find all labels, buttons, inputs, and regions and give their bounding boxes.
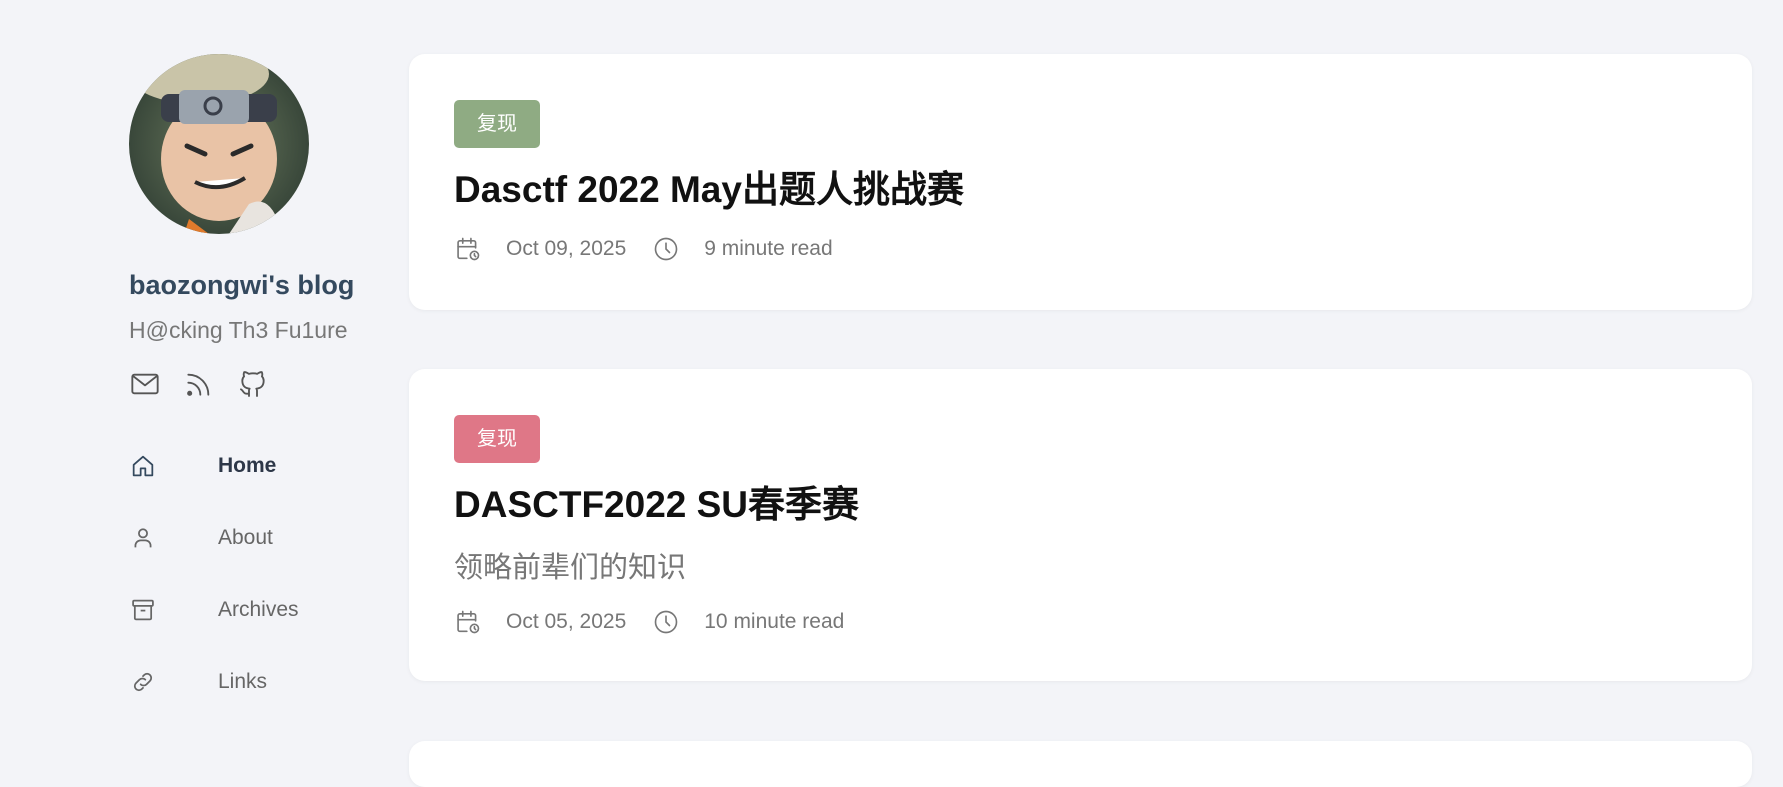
post-tag[interactable]: 复现 <box>454 100 540 148</box>
sidebar: baozongwi's blog H@cking Th3 Fu1ure Home… <box>129 54 389 718</box>
clock-icon <box>652 235 680 263</box>
user-icon <box>129 524 157 552</box>
nav-item-home[interactable]: Home <box>129 430 389 502</box>
post-read-time: 10 minute read <box>704 609 845 633</box>
main-nav: Home About Archives Links <box>129 430 389 718</box>
post-tag[interactable]: 复现 <box>454 415 540 463</box>
post-excerpt: 领略前辈们的知识 <box>454 551 687 584</box>
blog-title[interactable]: baozongwi's blog <box>129 270 389 301</box>
social-links <box>129 368 389 400</box>
blog-subtitle: H@cking Th3 Fu1ure <box>129 317 348 343</box>
calendar-icon <box>454 608 482 636</box>
nav-item-archives[interactable]: Archives <box>129 574 389 646</box>
post-meta: Oct 09, 2025 9 minute read <box>454 235 1707 263</box>
nav-label-archives: Archives <box>218 598 299 621</box>
post-date: Oct 05, 2025 <box>506 609 627 633</box>
post-card: 复现 DASCTF2022 SU春季赛 领略前辈们的知识 Oct 05, 202… <box>409 369 1752 681</box>
mail-icon[interactable] <box>129 368 161 400</box>
nav-label-home: Home <box>218 454 277 477</box>
post-title[interactable]: DASCTF2022 SU春季赛 <box>454 484 1707 526</box>
post-card: 复现 Dasctf 2022 May出题人挑战赛 Oct 09, 2025 9 … <box>409 54 1752 310</box>
post-meta: Oct 05, 2025 10 minute read <box>454 608 1707 636</box>
post-read-time: 9 minute read <box>704 236 833 260</box>
nav-label-about: About <box>218 526 273 549</box>
avatar[interactable] <box>129 54 309 234</box>
nav-item-about[interactable]: About <box>129 502 389 574</box>
post-date: Oct 09, 2025 <box>506 236 627 260</box>
rss-icon[interactable] <box>183 368 215 400</box>
nav-label-links: Links <box>218 670 268 693</box>
post-card <box>409 741 1752 787</box>
github-icon[interactable] <box>237 368 269 400</box>
link-icon <box>129 668 157 696</box>
post-title[interactable]: Dasctf 2022 May出题人挑战赛 <box>454 169 1707 211</box>
clock-icon <box>652 608 680 636</box>
nav-item-links[interactable]: Links <box>129 646 389 718</box>
home-icon <box>129 452 157 480</box>
calendar-icon <box>454 235 482 263</box>
archive-icon <box>129 596 157 624</box>
